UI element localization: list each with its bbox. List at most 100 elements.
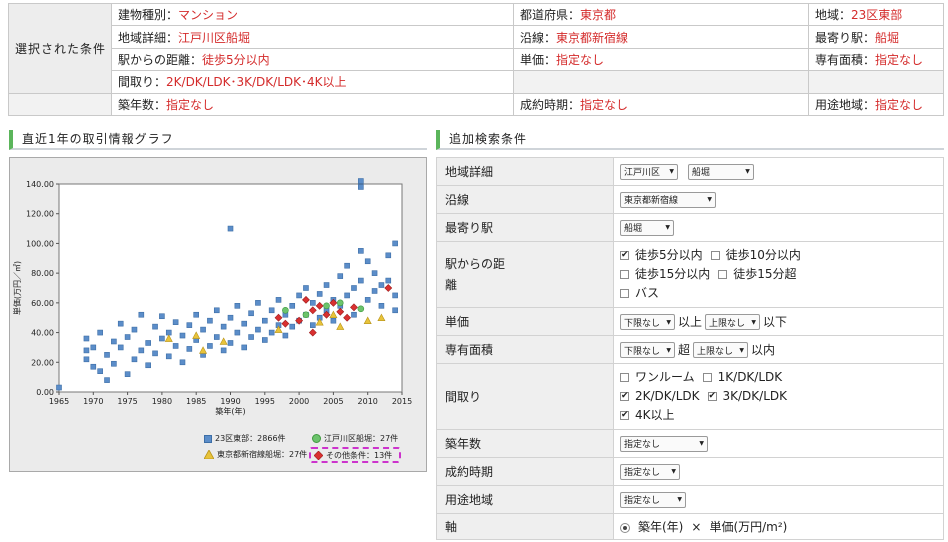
row-contract: 成約時期 指定なし ▼ [436, 457, 944, 486]
cond-prefecture: 都道府県：東京都 [513, 2, 809, 27]
row-floor-area: 専有面積 下限なし ▼ 超上限なし ▼ 以内 [436, 335, 944, 364]
x-tick-label: 2000 [289, 397, 309, 406]
chevron-down-icon: ▼ [751, 318, 757, 326]
checkbox-checked-icon: ✔ [620, 250, 629, 260]
distance-option[interactable]: 徒歩15分以内 [620, 265, 710, 284]
cond-building-type: 建物種別：マンション [111, 2, 514, 27]
chevron-down-icon: ▼ [745, 168, 750, 175]
point-circle [323, 302, 330, 310]
point-square [241, 320, 248, 327]
cond-layout: 間取り：2K/DK/LDK･3K/DK/LDK･4K以上 [111, 70, 514, 94]
distance-option[interactable]: ✔ 徒歩5分以内 [620, 246, 703, 265]
x-tick-label: 2010 [358, 397, 378, 406]
chevron-down-icon: ▼ [665, 224, 670, 231]
point-square [234, 329, 241, 336]
legend-square-icon [204, 434, 212, 443]
distance-option[interactable]: 徒歩15分超 [718, 265, 797, 284]
axis-radio-icon[interactable] [620, 522, 630, 533]
point-square [289, 303, 296, 309]
point-square [97, 329, 103, 336]
point-square [255, 326, 261, 333]
label-axis: 軸 [436, 513, 614, 540]
layout-option[interactable]: ✔ 2K/DK/LDK [620, 387, 700, 406]
point-square [385, 277, 392, 284]
point-square [275, 297, 282, 303]
line-select[interactable]: 東京都新宿線 ▼ [620, 191, 716, 208]
point-square [124, 334, 131, 340]
layout-option[interactable]: ✔ 3K/DK/LDK [707, 387, 787, 406]
point-square [90, 363, 97, 370]
layout-option[interactable]: ✔ 4K以上 [620, 406, 675, 425]
point-square [234, 303, 241, 309]
x-axis-title: 築年(年) [215, 406, 245, 416]
ward-select[interactable]: 江戸川区 ▼ [620, 163, 678, 180]
town-select[interactable]: 船堀 ▼ [687, 163, 754, 180]
label-floor-area: 専有面積 [436, 335, 614, 364]
x-tick-label: 1980 [152, 397, 172, 406]
point-square [392, 307, 398, 314]
point-square [227, 340, 234, 346]
legend-diamond-icon [314, 451, 323, 460]
label-area-detail: 地域詳細 [436, 157, 614, 186]
scatter-chart: 0.00 20.00 40.00 60.00 80.00 100.00 120.00 140.… [12, 178, 412, 416]
point-square [172, 319, 179, 325]
checkbox-checked-icon: ✔ [707, 391, 717, 401]
cond-empty [8, 92, 112, 117]
point-square [179, 359, 186, 366]
point-square [358, 178, 364, 184]
label-station: 最寄り駅 [436, 213, 614, 242]
floor-area-below-text: 以内 [751, 342, 776, 357]
point-square [344, 292, 350, 299]
y-axis-title: 単価(万円／㎡) [12, 261, 22, 315]
unit-price-max-select[interactable]: 上限なし ▼ [705, 314, 761, 331]
plot-area [58, 183, 403, 393]
point-square [131, 356, 138, 363]
point-square [364, 297, 371, 303]
point-square [358, 277, 364, 284]
point-square [159, 335, 165, 342]
point-square [83, 347, 90, 354]
cond-empty [513, 70, 809, 94]
point-square [138, 311, 145, 318]
x-tick-label: 1965 [49, 397, 69, 406]
point-square [213, 307, 220, 314]
point-circle [302, 311, 310, 319]
distance-option[interactable]: 徒歩10分以内 [710, 246, 801, 265]
unit-price-min-select[interactable]: 下限なし ▼ [620, 314, 675, 331]
x-tick-label: 1970 [83, 397, 103, 406]
cond-nearest-station: 最寄り駅：船堀 [808, 25, 944, 49]
floor-area-min-select[interactable]: 下限なし ▼ [620, 342, 675, 359]
label-line: 沿線 [436, 185, 614, 214]
point-square [323, 282, 330, 288]
x-tick-label: 1995 [255, 397, 275, 406]
point-square [111, 338, 117, 345]
row-distance: 駅からの距離 ✔ 徒歩5分以内 徒歩10分以内 徒歩15分以内 徒歩15分超 バス [436, 241, 944, 308]
layout-option[interactable]: ワンルーム [620, 368, 695, 387]
point-square [138, 347, 145, 354]
point-square [117, 320, 124, 327]
point-square [351, 285, 357, 291]
point-square [330, 317, 337, 324]
point-square [159, 313, 165, 320]
distance-option[interactable]: バス [620, 284, 659, 303]
point-square [83, 356, 90, 363]
age-select[interactable]: 指定なし ▼ [620, 435, 708, 452]
floor-area-sep-text: 超 [678, 342, 691, 357]
legend-triangle-icon [204, 450, 214, 459]
legend-label: 東京都新宿線船堀：27件 [217, 450, 308, 459]
station-select[interactable]: 船堀 ▼ [620, 219, 674, 236]
zoning-select[interactable]: 指定なし ▼ [620, 491, 686, 508]
legend-label: 江戸川区船堀：27件 [324, 434, 399, 443]
x-tick-label: 2005 [323, 397, 343, 406]
floor-area-max-select[interactable]: 上限なし ▼ [693, 342, 749, 359]
unit-price-above-text: 以上 [678, 314, 703, 329]
legend-item-other: その他条件：13件 [314, 450, 392, 461]
point-square [378, 303, 385, 309]
legend-item-area: 江戸川区船堀：27件 [312, 433, 398, 444]
legend-circle-icon [312, 434, 321, 443]
checkbox-icon [702, 373, 712, 382]
point-square [207, 343, 213, 349]
layout-option[interactable]: 1K/DK/LDK [702, 368, 782, 387]
contract-select[interactable]: 指定なし ▼ [620, 463, 680, 480]
point-square [131, 326, 138, 333]
